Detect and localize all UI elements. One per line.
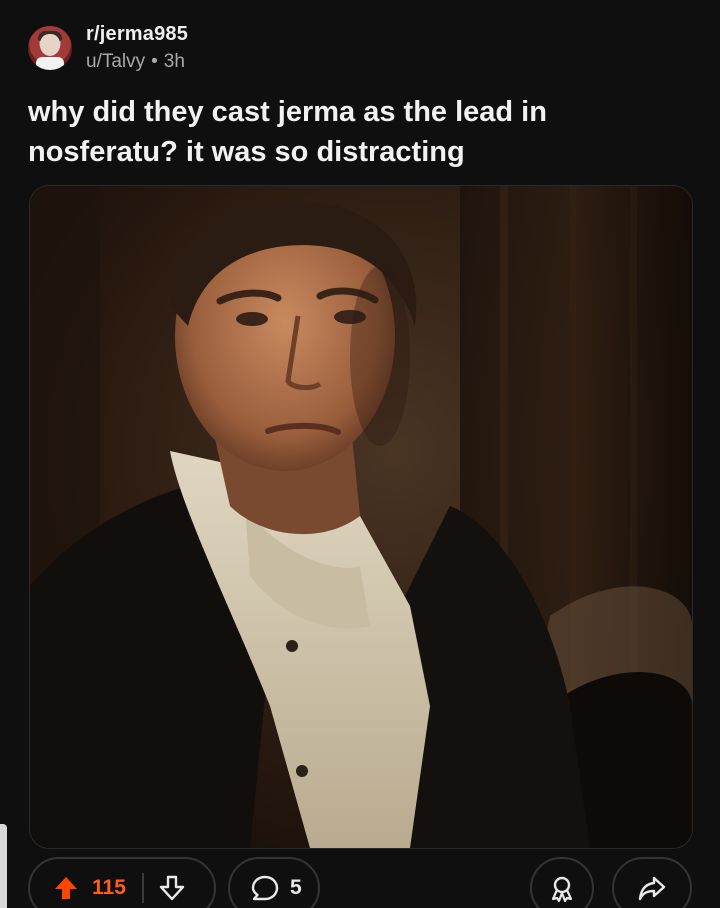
comments-button[interactable]: 5 — [228, 857, 320, 908]
award-icon — [551, 876, 573, 903]
vote-divider — [141, 873, 144, 903]
share-icon — [638, 876, 666, 901]
avatar-collar — [36, 56, 64, 70]
post-age: 3h — [163, 51, 185, 72]
movie-still-image — [30, 186, 692, 848]
post-image[interactable] — [29, 185, 693, 849]
post-header: r/jerma985 u/Talvy • 3h — [28, 24, 188, 71]
share-button[interactable] — [612, 857, 692, 908]
post-meta: u/Talvy • 3h — [86, 52, 188, 71]
award-button[interactable] — [530, 857, 594, 908]
subreddit-avatar[interactable] — [28, 25, 72, 70]
meta-separator: • — [151, 51, 158, 72]
upvote-arrow-icon[interactable] — [52, 874, 80, 902]
reddit-post-view: r/jerma985 u/Talvy • 3h why did they cast … — [0, 0, 720, 908]
side-edge-handle[interactable] — [0, 824, 7, 908]
post-title[interactable]: why did they cast jerma as the lead in n… — [28, 92, 588, 172]
avatar-face — [40, 33, 60, 56]
comment-count: 5 — [290, 876, 302, 899]
downvote-arrow-icon[interactable] — [158, 874, 186, 902]
subreddit-name[interactable]: r/jerma985 — [86, 24, 188, 44]
vote-score: 115 — [92, 876, 126, 899]
comment-bubble-icon — [251, 875, 279, 901]
author-name[interactable]: u/Talvy — [86, 51, 145, 72]
post-action-bar: 115 5 — [0, 855, 720, 908]
vote-control: 115 — [28, 857, 216, 908]
post-header-text: r/jerma985 u/Talvy • 3h — [86, 24, 188, 71]
